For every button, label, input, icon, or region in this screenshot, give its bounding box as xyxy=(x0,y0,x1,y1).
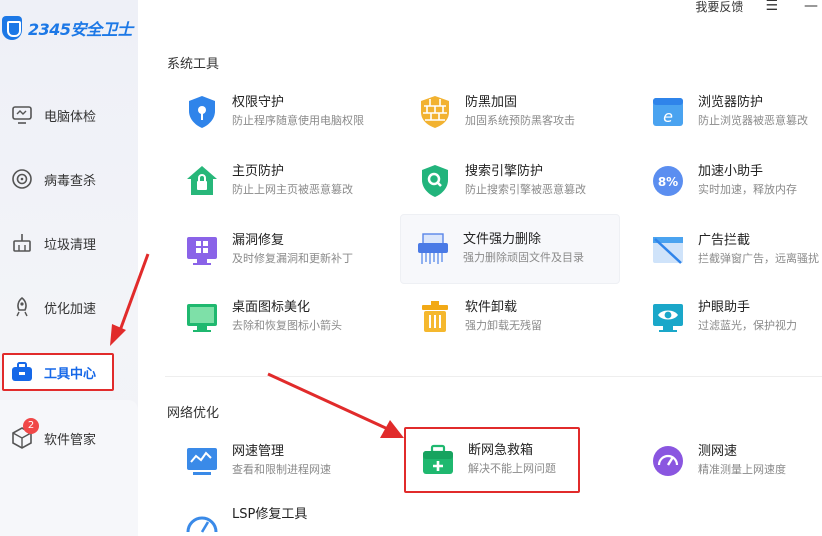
app-logo-text: 2345安全卫士 xyxy=(28,20,133,39)
title-bar-actions: 我要反馈 ☰ — xyxy=(695,0,822,15)
firewall-icon xyxy=(421,96,449,128)
tool-name: 主页防护 xyxy=(232,164,285,179)
shield-logo-icon xyxy=(2,16,22,40)
tool-file-shredder[interactable]: 文件强力删除强力删除顽固文件及目录 xyxy=(400,214,620,284)
tool-desc: 加固系统预防黑客攻击 xyxy=(465,114,575,127)
windows-patch-icon xyxy=(187,237,217,265)
tool-search-engine-protect[interactable]: 搜索引擎防护防止搜索引擎被恶意篡改 xyxy=(403,152,623,210)
section-divider xyxy=(165,376,822,377)
tool-name: 加速小助手 xyxy=(698,164,764,179)
tool-speed-test[interactable]: 测网速精准测量上网速度 xyxy=(636,432,822,490)
tool-desc: 查看和限制进程网速 xyxy=(232,463,331,476)
tool-name: 测网速 xyxy=(698,444,738,459)
tool-desc: 及时修复漏洞和更新补丁 xyxy=(232,252,353,265)
sidebar-item-junk-clean[interactable]: 垃圾清理 xyxy=(0,211,138,275)
tool-name: 桌面图标美化 xyxy=(232,300,311,315)
tool-desktop-icon-beautify[interactable]: 桌面图标美化去除和恢复图标小箭头 xyxy=(170,288,390,346)
first-aid-kit-icon xyxy=(423,444,453,474)
tool-desc: 防止浏览器被恶意篡改 xyxy=(698,114,808,127)
sidebar-item-checkup[interactable]: 电脑体检 xyxy=(0,83,138,147)
tool-name: 防黑加固 xyxy=(465,95,518,110)
tool-name: 浏览器防护 xyxy=(698,95,764,110)
speedometer-icon xyxy=(653,446,683,476)
sidebar-item-label: 软件管家 xyxy=(44,432,97,448)
tool-anti-hack[interactable]: 防黑加固加固系统预防黑客攻击 xyxy=(403,83,623,141)
home-lock-icon xyxy=(187,166,217,195)
sidebar-item-label: 病毒查杀 xyxy=(44,173,97,189)
eye-monitor-icon xyxy=(653,304,683,332)
desktop-monitor-icon xyxy=(187,304,217,332)
sidebar-item-label: 优化加速 xyxy=(44,301,97,317)
tool-desc: 解决不能上网问题 xyxy=(468,462,556,475)
tool-homepage-protect[interactable]: 主页防护防止上网主页被恶意篡改 xyxy=(170,152,390,210)
tool-name: 广告拦截 xyxy=(698,233,751,248)
tool-software-uninstall[interactable]: 软件卸载强力卸载无残留 xyxy=(403,288,623,346)
sidebar-item-optimize[interactable]: 优化加速 xyxy=(0,275,138,339)
tool-desc: 强力删除顽固文件及目录 xyxy=(463,251,584,264)
tool-name: 护眼助手 xyxy=(698,300,751,315)
sidebar: 2345安全卫士 电脑体检 病毒查杀 垃圾清理 优化加速 工具中心 软件管家 2 xyxy=(0,0,138,536)
tool-name: 网速管理 xyxy=(232,444,285,459)
tool-desc: 防止程序随意使用电脑权限 xyxy=(232,114,364,127)
shield-search-icon xyxy=(422,165,448,197)
monitor-icon xyxy=(10,103,34,127)
app-logo: 2345安全卫士 xyxy=(0,10,133,46)
tool-network-speed-manage[interactable]: 网速管理查看和限制进程网速 xyxy=(170,432,390,490)
svg-text:e: e xyxy=(663,107,673,126)
sidebar-item-label: 电脑体检 xyxy=(44,109,97,125)
speed-badge-icon: 8% xyxy=(653,166,683,196)
tool-desc: 过滤蓝光，保护视力 xyxy=(698,319,797,332)
section-title-network: 网络优化 xyxy=(167,406,220,421)
rocket-icon xyxy=(10,295,34,319)
tool-vulnerability-fix[interactable]: 漏洞修复及时修复漏洞和更新补丁 xyxy=(170,221,390,279)
tool-network-first-aid[interactable]: 断网急救箱解决不能上网问题 xyxy=(404,427,580,493)
tool-name: 权限守护 xyxy=(232,95,285,110)
sidebar-item-label: 工具中心 xyxy=(44,366,97,382)
tool-desc: 拦截弹窗广告，远离骚扰 xyxy=(698,252,819,265)
broom-icon xyxy=(10,231,34,255)
sidebar-item-virus-scan[interactable]: 病毒查杀 xyxy=(0,147,138,211)
tool-name: 软件卸载 xyxy=(465,300,518,315)
menu-button[interactable]: ☰ xyxy=(765,0,778,14)
tool-name: 断网急救箱 xyxy=(468,443,534,458)
lsp-gauge-icon xyxy=(186,516,218,533)
shredder-icon xyxy=(418,233,448,264)
svg-text:8%: 8% xyxy=(658,175,678,189)
ad-block-icon xyxy=(653,237,683,264)
feedback-link[interactable]: 我要反馈 xyxy=(695,0,743,15)
shield-key-icon xyxy=(189,96,215,128)
sidebar-item-tool-center[interactable]: 工具中心 xyxy=(2,353,114,391)
tool-speed-assistant[interactable]: 8% 加速小助手实时加速，释放内存 xyxy=(636,152,822,210)
tool-name: 漏洞修复 xyxy=(232,233,285,248)
tool-lsp-repair[interactable]: LSP修复工具 xyxy=(170,506,390,536)
section-title-system-tools: 系统工具 xyxy=(167,57,220,72)
tool-desc: 防止上网主页被恶意篡改 xyxy=(232,183,353,196)
minimize-button[interactable]: — xyxy=(804,0,818,14)
tool-desc: 实时加速，释放内存 xyxy=(698,183,797,196)
toolbox-icon xyxy=(10,360,34,384)
browser-icon: e xyxy=(653,98,683,126)
trash-bin-icon xyxy=(422,301,448,332)
tool-desc: 精准测量上网速度 xyxy=(698,463,786,476)
tool-ad-block[interactable]: 广告拦截拦截弹窗广告，远离骚扰 xyxy=(636,221,822,279)
tool-permission-guard[interactable]: 权限守护防止程序随意使用电脑权限 xyxy=(170,83,390,141)
tool-name: 文件强力删除 xyxy=(463,232,542,247)
sidebar-item-label: 垃圾清理 xyxy=(44,237,97,253)
tool-browser-protect[interactable]: e 浏览器防护防止浏览器被恶意篡改 xyxy=(636,83,822,141)
speed-monitor-icon xyxy=(187,448,217,475)
target-icon xyxy=(10,167,34,191)
tool-desc: 强力卸载无残留 xyxy=(465,319,542,332)
notification-badge: 2 xyxy=(23,418,39,434)
tool-desc: 防止搜索引擎被恶意篡改 xyxy=(465,183,586,196)
tool-eye-care[interactable]: 护眼助手过滤蓝光，保护视力 xyxy=(636,288,822,346)
tool-name: 搜索引擎防护 xyxy=(465,164,544,179)
tool-name: LSP修复工具 xyxy=(232,507,308,522)
sidebar-item-software-manager[interactable]: 软件管家 xyxy=(0,406,138,470)
tool-desc: 去除和恢复图标小箭头 xyxy=(232,319,342,332)
